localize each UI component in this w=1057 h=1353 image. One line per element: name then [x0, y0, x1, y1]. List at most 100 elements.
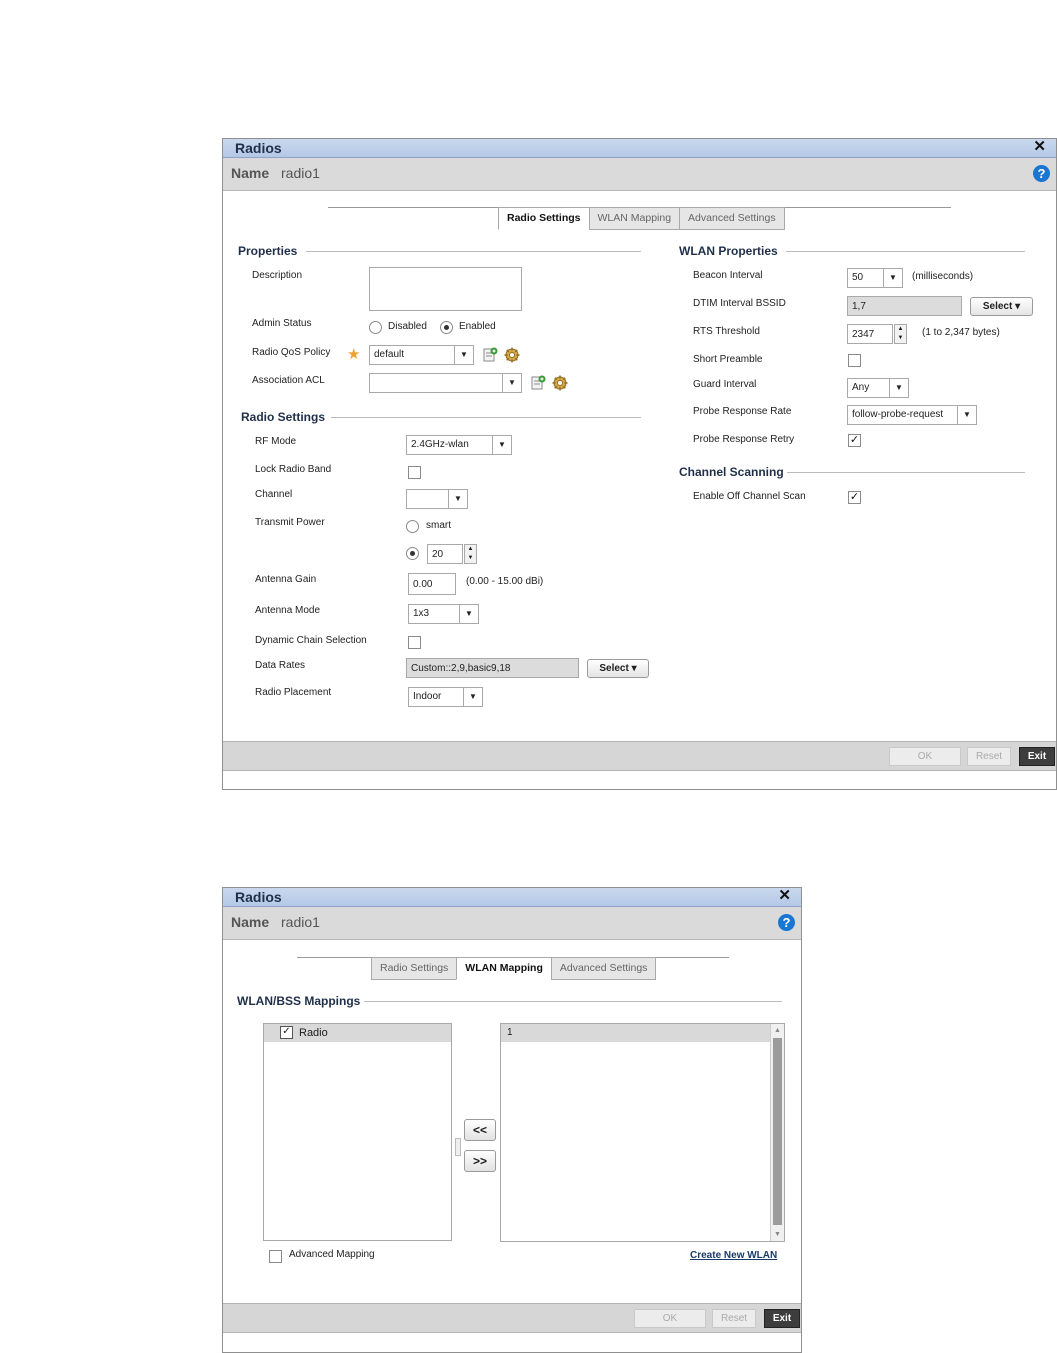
move-right-button[interactable]: >> — [464, 1150, 496, 1172]
tx-power-spinner[interactable]: ▲ ▼ — [464, 544, 477, 564]
rf-mode-value: 2.4GHz-wlan — [411, 439, 469, 450]
tx-power-input[interactable]: 20 — [427, 544, 463, 564]
rf-mode-select[interactable]: 2.4GHz-wlan ▼ — [406, 435, 512, 455]
gear-icon[interactable] — [552, 375, 568, 391]
dialog-footer: OK Reset Exit — [223, 741, 1056, 771]
probe-response-rate-value: follow-probe-request — [852, 409, 944, 420]
beacon-interval-value: 50 — [852, 272, 864, 283]
tab-wlan-mapping[interactable]: WLAN Mapping — [456, 957, 552, 980]
rts-threshold-input[interactable]: 2347 — [847, 324, 893, 344]
channel-scanning-header: Channel Scanning — [679, 465, 784, 479]
help-icon[interactable]: ? — [778, 914, 795, 931]
admin-disabled-radio[interactable] — [369, 321, 382, 334]
tab-advanced-settings[interactable]: Advanced Settings — [550, 957, 657, 980]
tree-check-icon[interactable]: ✓ — [280, 1026, 293, 1039]
admin-disabled-label: Disabled — [388, 321, 427, 332]
close-icon[interactable]: ✕ — [778, 887, 791, 905]
exit-button[interactable]: Exit — [764, 1309, 800, 1328]
scroll-up-icon[interactable]: ▲ — [771, 1024, 784, 1037]
antenna-gain-label: Antenna Gain — [255, 574, 317, 585]
chevron-down-icon: ▼ — [889, 379, 908, 397]
tab-bar: Radio Settings WLAN Mapping Advanced Set… — [371, 957, 657, 980]
tab-wlan-mapping[interactable]: WLAN Mapping — [588, 207, 681, 230]
beacon-interval-unit: (milliseconds) — [912, 271, 974, 282]
scrollbar[interactable]: ▲ ▼ — [770, 1024, 784, 1241]
radios-dialog-radio-settings: Radios ✕ Name radio1 ? Radio Settings WL… — [222, 138, 1057, 790]
create-acl-icon[interactable] — [530, 375, 546, 391]
association-acl-label: Association ACL — [252, 375, 325, 386]
data-rates-select-button[interactable]: Select ▾ — [587, 659, 649, 678]
probe-response-rate-select[interactable]: follow-probe-request ▼ — [847, 405, 977, 425]
description-input[interactable] — [369, 267, 522, 311]
scroll-thumb[interactable] — [773, 1038, 782, 1225]
tab-advanced-settings[interactable]: Advanced Settings — [679, 207, 785, 230]
dynamic-chain-selection-checkbox[interactable] — [408, 636, 421, 649]
exit-button[interactable]: Exit — [1019, 747, 1055, 766]
create-new-wlan-link[interactable]: Create New WLAN — [690, 1250, 777, 1261]
reset-button[interactable]: Reset — [712, 1309, 756, 1328]
off-channel-scan-label: Enable Off Channel Scan — [693, 491, 806, 502]
tab-radio-settings[interactable]: Radio Settings — [498, 207, 590, 230]
dtim-interval-label: DTIM Interval BSSID — [693, 298, 786, 309]
antenna-gain-input[interactable]: 0.00 — [408, 573, 456, 595]
create-policy-icon[interactable] — [482, 347, 498, 363]
name-value: radio1 — [281, 165, 320, 181]
antenna-gain-range: (0.00 - 15.00 dBi) — [466, 576, 544, 587]
tx-power-value-radio[interactable] — [406, 547, 419, 560]
antenna-mode-label: Antenna Mode — [255, 605, 321, 616]
probe-response-rate-label: Probe Response Rate — [693, 406, 792, 417]
chevron-down-icon: ▼ — [883, 269, 902, 287]
scroll-down-icon[interactable]: ▼ — [771, 1228, 784, 1241]
data-rates-value: Custom::2,9,basic9,18 — [406, 658, 579, 678]
dialog-titlebar: Radios ✕ — [223, 887, 801, 907]
move-left-button[interactable]: << — [464, 1119, 496, 1141]
admin-enabled-radio[interactable] — [440, 321, 453, 334]
tx-power-smart-radio[interactable] — [406, 520, 419, 533]
select-label: Select — [982, 301, 1013, 312]
chevron-down-icon: ▼ — [957, 406, 976, 424]
antenna-mode-select[interactable]: 1x3 ▼ — [408, 604, 479, 624]
splitter-handle[interactable] — [455, 1138, 461, 1156]
radio-settings-divider — [331, 417, 641, 418]
dtim-select-button[interactable]: Select ▾ — [970, 297, 1033, 316]
wlan-list-item[interactable]: 1 — [501, 1024, 770, 1042]
antenna-mode-value: 1x3 — [413, 608, 430, 619]
channel-select[interactable]: ▼ — [406, 489, 468, 509]
wlan-properties-divider — [786, 251, 1025, 252]
guard-interval-value: Any — [852, 382, 870, 393]
transmit-power-label: Transmit Power — [255, 517, 325, 528]
reset-button[interactable]: Reset — [967, 747, 1011, 766]
wlan-list[interactable]: 1 ▲ ▼ — [500, 1023, 785, 1242]
help-icon[interactable]: ? — [1033, 165, 1050, 182]
mappings-divider — [364, 1001, 782, 1002]
beacon-interval-select[interactable]: 50 ▼ — [847, 268, 903, 288]
lock-radio-band-checkbox[interactable] — [408, 466, 421, 479]
dialog-titlebar: Radios ✕ — [223, 138, 1056, 158]
off-channel-scan-checkbox[interactable]: ✓ — [848, 491, 861, 504]
radio-placement-label: Radio Placement — [255, 687, 332, 698]
gear-icon[interactable] — [504, 347, 520, 363]
radio-settings-header: Radio Settings — [241, 410, 326, 424]
name-label: Name — [231, 914, 270, 930]
association-acl-select[interactable]: ▼ — [369, 373, 522, 393]
name-label: Name — [231, 165, 270, 181]
radio-placement-select[interactable]: Indoor ▼ — [408, 687, 483, 707]
guard-interval-select[interactable]: Any ▼ — [847, 378, 909, 398]
close-icon[interactable]: ✕ — [1033, 138, 1046, 156]
probe-response-retry-checkbox[interactable]: ✓ — [848, 434, 861, 447]
ok-button[interactable]: OK — [889, 747, 961, 766]
qos-policy-select[interactable]: default ▼ — [369, 345, 474, 365]
short-preamble-checkbox[interactable] — [848, 354, 861, 367]
tab-bar: Radio Settings WLAN Mapping Advanced Set… — [498, 207, 785, 230]
radio-tree-item[interactable]: ✓ Radio — [264, 1024, 451, 1042]
radio-tree-list[interactable]: ✓ Radio — [263, 1023, 452, 1241]
short-preamble-label: Short Preamble — [693, 354, 763, 365]
advanced-mapping-checkbox[interactable] — [269, 1250, 282, 1263]
tab-radio-settings[interactable]: Radio Settings — [371, 957, 458, 980]
rts-threshold-spinner[interactable]: ▲ ▼ — [894, 324, 907, 344]
dialog-title: Radios — [235, 140, 282, 156]
admin-status-label: Admin Status — [252, 318, 312, 329]
lock-radio-band-label: Lock Radio Band — [255, 464, 332, 475]
ok-button[interactable]: OK — [634, 1309, 706, 1328]
select-label: Select — [599, 663, 629, 674]
